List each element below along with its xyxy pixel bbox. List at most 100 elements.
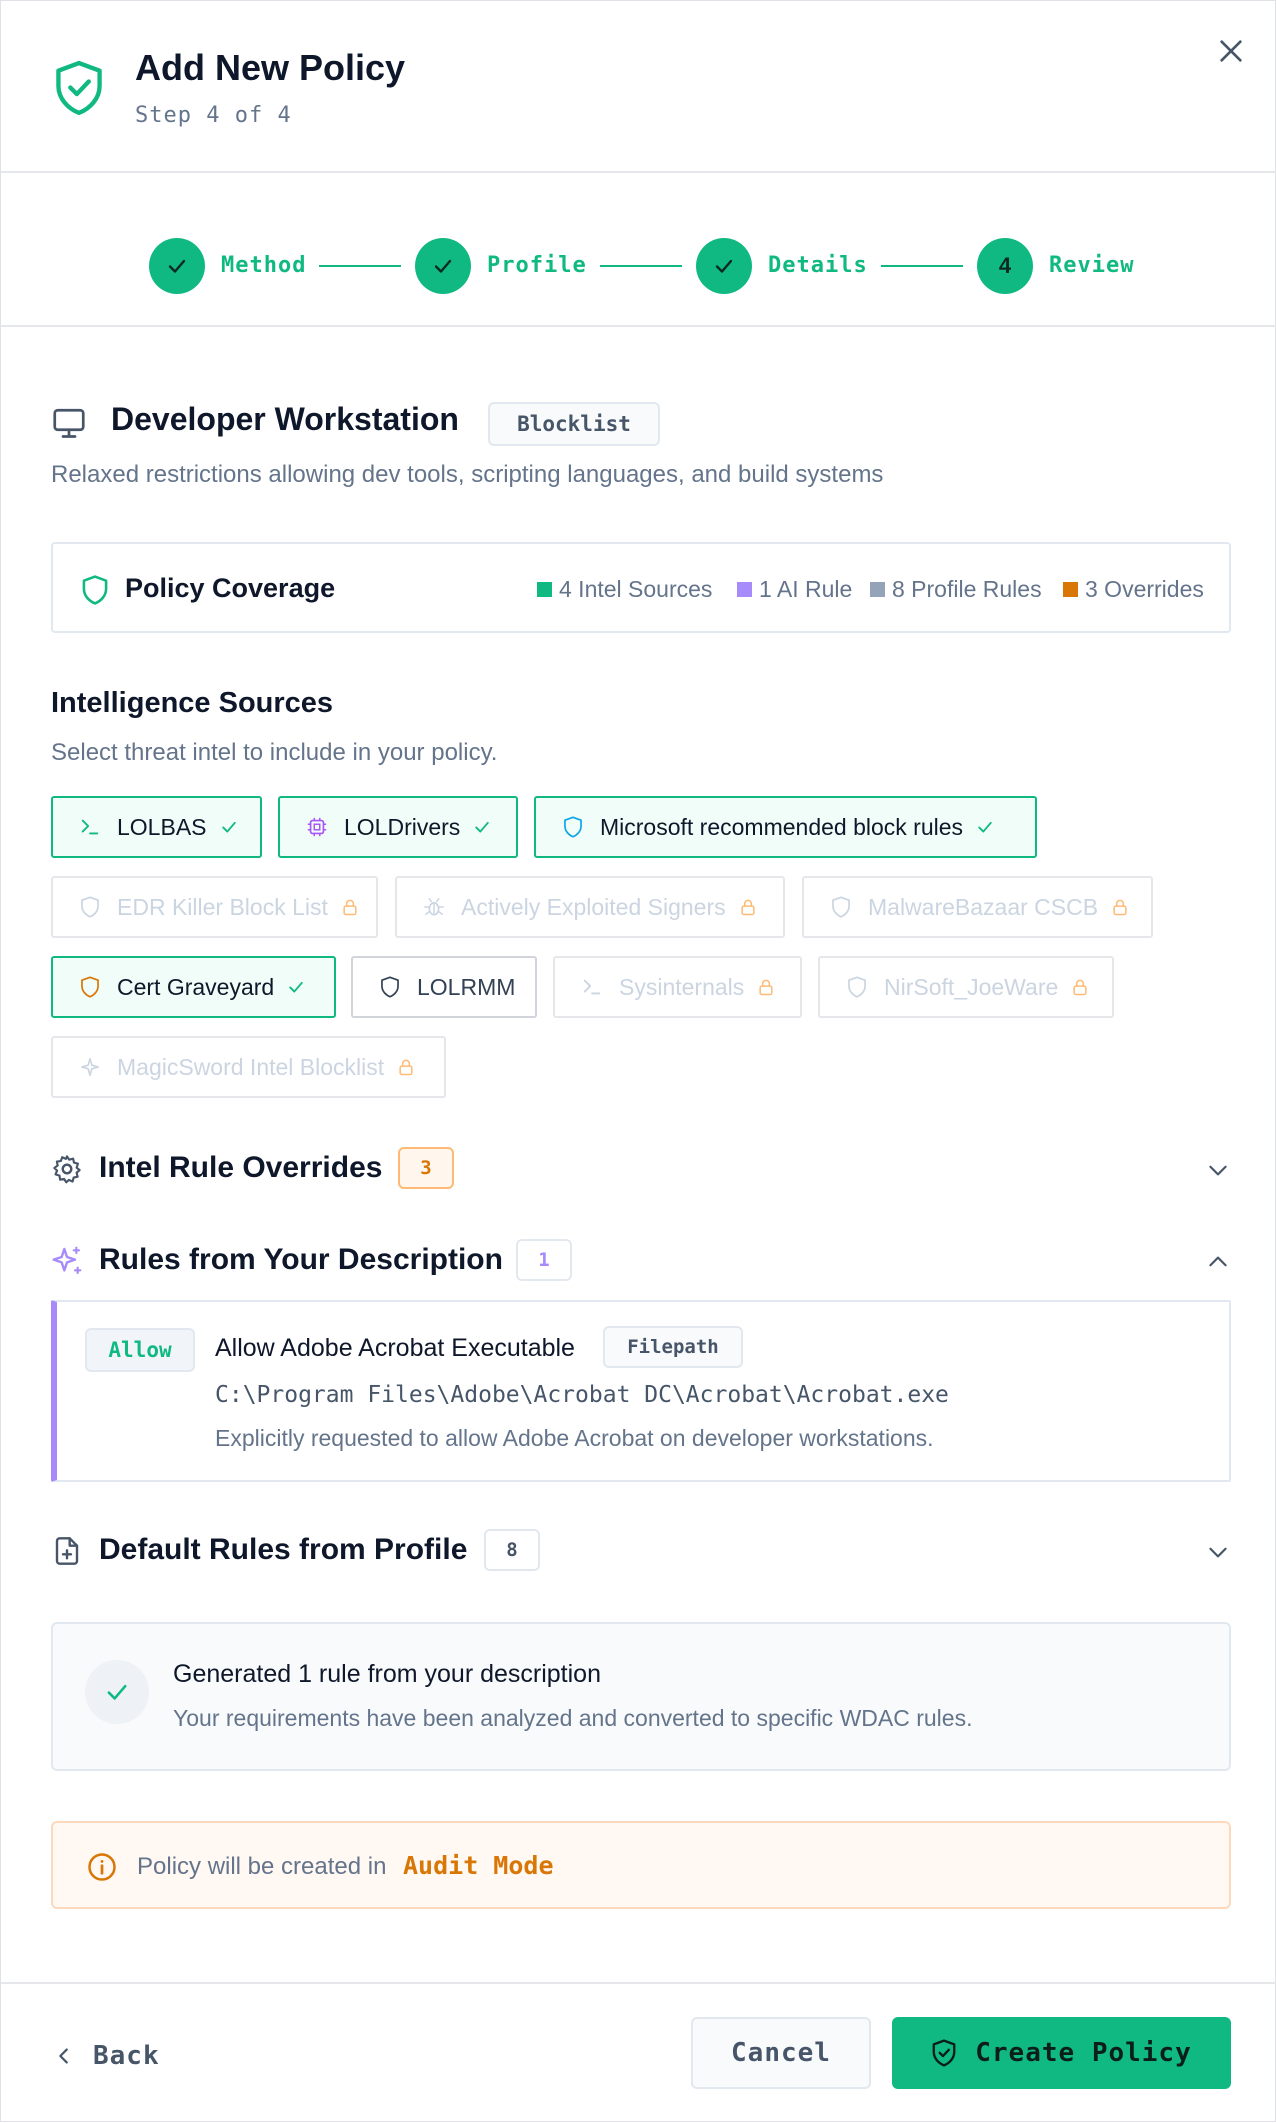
chevron-down-icon[interactable]	[1205, 1539, 1231, 1565]
create-policy-label: Create Policy	[975, 2038, 1192, 2068]
intel-chip-nirsoft-joeware[interactable]: NirSoft_JoeWare	[818, 956, 1114, 1018]
monitor-icon	[53, 408, 85, 438]
step-review: Review	[1049, 253, 1135, 278]
intel-chip-edr-killer[interactable]: EDR Killer Block List	[51, 876, 378, 938]
step-profile: Profile	[487, 253, 587, 278]
profile-name: Developer Workstation	[111, 401, 459, 437]
policy-coverage-panel: Policy Coverage 4 Intel Sources 1 AI Rul…	[51, 542, 1231, 633]
lock-icon	[1113, 899, 1127, 916]
generation-summary: Generated 1 rule from your description Y…	[51, 1622, 1231, 1771]
lock-icon	[741, 899, 755, 916]
dialog-header: Add New Policy Step 4 of 4	[1, 1, 1276, 173]
bug-icon	[424, 898, 444, 916]
chevron-up-icon[interactable]	[1205, 1249, 1231, 1275]
cancel-button[interactable]: Cancel	[691, 2017, 871, 2089]
check-icon	[221, 821, 236, 833]
shield-icon	[564, 816, 582, 838]
intel-chip-lolbas[interactable]: LOLBAS	[51, 796, 262, 858]
dialog-title: Add New Policy	[135, 47, 406, 88]
legend-swatch	[870, 582, 885, 597]
step-method: Method	[221, 253, 307, 278]
shield-icon	[381, 976, 399, 998]
step-connector	[319, 265, 401, 267]
chip-label: LOLRMM	[417, 973, 516, 1000]
generation-title: Generated 1 rule from your description	[173, 1660, 601, 1688]
chip-label: NirSoft_JoeWare	[884, 973, 1059, 1000]
legend-label: 3 Overrides	[1085, 576, 1204, 602]
rule-title: Allow Adobe Acrobat Executable	[215, 1334, 575, 1362]
intel-chip-cert-graveyard[interactable]: Cert Graveyard	[51, 956, 336, 1018]
legend-profile-rules: 8 Profile Rules	[870, 576, 1042, 603]
intel-chip-loldrivers[interactable]: LOLDrivers	[278, 796, 518, 858]
shield-icon	[81, 896, 99, 918]
intel-chip-lolrmm[interactable]: LOLRMM	[351, 956, 537, 1018]
chip-label: Sysinternals	[619, 973, 745, 1000]
gear-icon	[53, 1155, 81, 1184]
audit-notice-text: Policy will be created in	[137, 1853, 387, 1880]
chip-icon	[307, 817, 327, 837]
overrides-section-header[interactable]: Intel Rule Overrides 3	[51, 1145, 1231, 1195]
legend-swatch	[737, 582, 752, 597]
file-plus-icon	[55, 1537, 79, 1565]
intel-chip-malwarebazaar-cscb[interactable]: MalwareBazaar CSCB	[802, 876, 1153, 938]
description-rules-section-header[interactable]: Rules from Your Description 1	[51, 1237, 1231, 1287]
check-icon	[475, 821, 490, 833]
rule-action-badge: Allow	[85, 1328, 195, 1372]
step-connector	[600, 265, 682, 267]
chip-label: EDR Killer Block List	[117, 893, 328, 920]
chip-label: LOLDrivers	[344, 813, 461, 840]
chip-label: MalwareBazaar CSCB	[868, 893, 1099, 920]
close-icon[interactable]	[1215, 35, 1247, 67]
check-icon	[289, 981, 303, 993]
chip-label: Cert Graveyard	[117, 973, 275, 1000]
intel-sources-description: Select threat intel to include in your p…	[51, 739, 498, 766]
step-details-check-icon	[696, 238, 752, 294]
audit-mode-notice: Policy will be created in Audit Mode	[51, 1821, 1231, 1909]
chip-label: Microsoft recommended block rules	[600, 813, 964, 840]
shield-check-icon	[56, 60, 102, 116]
intel-chip-actively-exploited-signers[interactable]: Actively Exploited Signers	[395, 876, 785, 938]
coverage-title: Policy Coverage	[125, 573, 336, 603]
shield-icon	[848, 976, 866, 998]
intel-chip-magicsword-blocklist[interactable]: MagicSword Intel Blocklist	[51, 1036, 446, 1098]
add-policy-dialog: Add New Policy Step 4 of 4 Method Profil…	[0, 0, 1276, 2122]
lock-icon	[343, 899, 357, 916]
wizard-stepper: Method Profile Details 4 Review	[1, 173, 1276, 327]
legend-overrides: 3 Overrides	[1063, 576, 1204, 603]
step-connector	[881, 265, 963, 267]
description-rules-title: Rules from Your Description	[99, 1243, 503, 1276]
rule-path: C:\Program Files\Adobe\Acrobat DC\Acroba…	[215, 1382, 949, 1408]
generation-description: Your requirements have been analyzed and…	[173, 1705, 973, 1731]
legend-label: 4 Intel Sources	[559, 576, 713, 602]
lock-icon	[759, 979, 773, 996]
lock-icon	[1073, 979, 1087, 996]
check-icon	[978, 821, 992, 833]
legend-intel-sources: 4 Intel Sources	[537, 576, 712, 603]
policy-type-badge: Blocklist	[488, 402, 660, 446]
legend-label: 1 AI Rule	[759, 576, 853, 602]
sparkle-icon	[80, 1057, 100, 1077]
step-indicator: Step 4 of 4	[135, 103, 292, 128]
create-policy-button[interactable]: Create Policy	[892, 2017, 1231, 2089]
chip-label: MagicSword Intel Blocklist	[117, 1053, 385, 1080]
legend-swatch	[537, 582, 552, 597]
profile-rules-section-header[interactable]: Default Rules from Profile 8	[51, 1527, 1231, 1577]
sparkles-icon	[52, 1246, 82, 1275]
intel-chip-sysinternals[interactable]: Sysinternals	[553, 956, 802, 1018]
legend-label: 8 Profile Rules	[892, 576, 1042, 602]
step-details: Details	[768, 253, 868, 278]
back-label: Back	[93, 2041, 160, 2071]
chip-label: Actively Exploited Signers	[461, 893, 726, 920]
shield-icon	[832, 896, 850, 918]
profile-rules-title: Default Rules from Profile	[99, 1533, 468, 1566]
back-button[interactable]: Back	[53, 2034, 160, 2078]
intel-sources-title: Intelligence Sources	[51, 687, 334, 719]
overrides-title: Intel Rule Overrides	[99, 1151, 383, 1184]
rule-type-badge: Filepath	[603, 1326, 743, 1368]
intel-chip-microsoft-block-rules[interactable]: Microsoft recommended block rules	[534, 796, 1037, 858]
check-circle-icon	[85, 1660, 149, 1724]
shield-icon	[81, 976, 99, 998]
chevron-down-icon[interactable]	[1205, 1157, 1231, 1183]
legend-ai-rule: 1 AI Rule	[737, 576, 852, 603]
terminal-icon	[81, 819, 99, 835]
